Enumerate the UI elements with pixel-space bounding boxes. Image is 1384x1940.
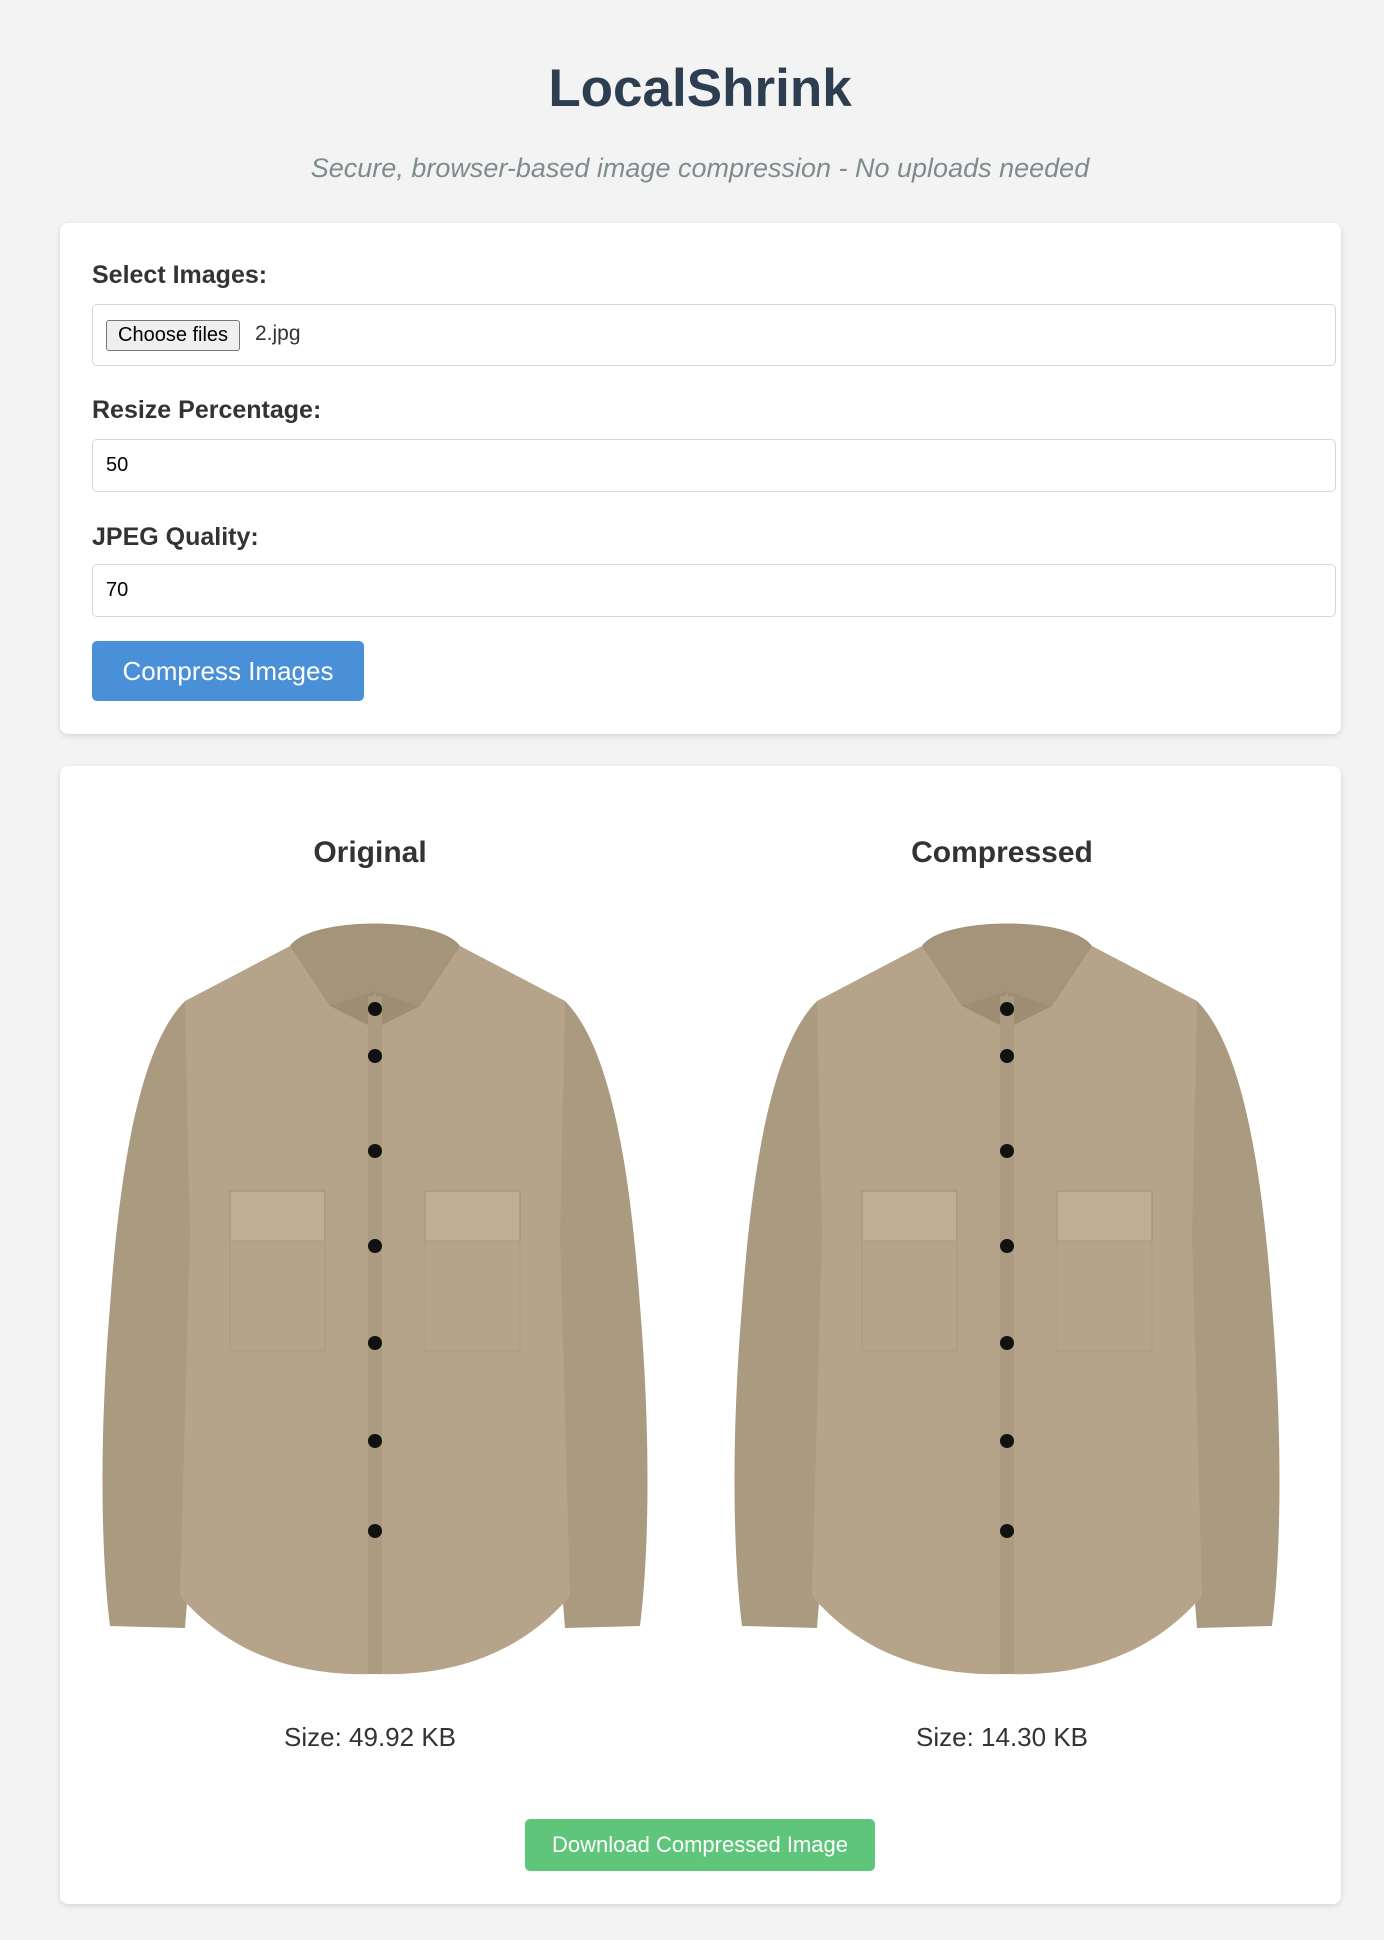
compressed-size: Size: 14.30 KB [916, 1722, 1088, 1752]
jpeg-quality-input[interactable] [92, 564, 1336, 617]
file-input[interactable]: Choose files 2.jpg [92, 304, 1336, 366]
select-images-label: Select Images: [92, 261, 268, 289]
compressed-title: Compressed [911, 836, 1093, 869]
jpeg-quality-label: JPEG Quality: [92, 523, 259, 551]
resize-percentage-label: Resize Percentage: [92, 396, 322, 424]
original-size: Size: 49.92 KB [284, 1722, 456, 1752]
shirt-illustration [734, 923, 1280, 1675]
choose-files-button[interactable]: Choose files [106, 320, 241, 351]
original-title: Original [313, 836, 427, 869]
compress-images-button[interactable]: Compress Images [92, 641, 364, 701]
download-compressed-button[interactable]: Download Compressed Image [525, 1819, 875, 1871]
settings-card: Select Images: Choose files 2.jpg Resize… [60, 223, 1341, 734]
original-image [102, 923, 648, 1675]
resize-percentage-input[interactable] [92, 439, 1336, 492]
results-card: Original Size: 49.92 KB Compressed Size:… [60, 766, 1341, 1904]
app-subtitle: Secure, browser-based image compression … [310, 153, 1090, 183]
selected-file-name: 2.jpg [255, 322, 301, 345]
compressed-image [734, 923, 1280, 1675]
shirt-illustration [102, 923, 648, 1675]
app-title: LocalShrink [548, 59, 852, 118]
